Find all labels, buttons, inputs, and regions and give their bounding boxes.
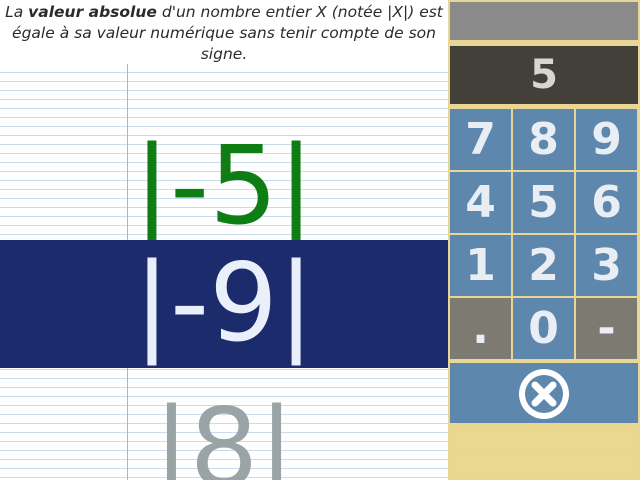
- footer-bar-2: [450, 452, 638, 478]
- key-4[interactable]: 4: [450, 172, 511, 233]
- current-expression: |-9|: [133, 241, 315, 366]
- next-expression: |8|: [153, 386, 295, 480]
- top-bar: [450, 2, 638, 40]
- definition-text: La valeur absolue d'un nombre entier X (…: [0, 0, 448, 64]
- key-minus[interactable]: -: [576, 298, 637, 359]
- key-3[interactable]: 3: [576, 235, 637, 296]
- definition-line-1: La valeur absolue d'un nombre entier X (…: [5, 3, 443, 21]
- keypad-panel: 5 7 8 9 4 5 6 1 2 3 . 0 -: [448, 0, 640, 480]
- definition-line-3: signe.: [200, 45, 248, 63]
- key-2[interactable]: 2: [513, 235, 574, 296]
- key-decimal-point[interactable]: .: [450, 298, 511, 359]
- key-9[interactable]: 9: [576, 109, 637, 170]
- exercise-panel: La valeur absolue d'un nombre entier X (…: [0, 0, 448, 480]
- key-1[interactable]: 1: [450, 235, 511, 296]
- definition-line-2: égale à sa valeur numérique sans tenir c…: [12, 24, 436, 42]
- key-0[interactable]: 0: [513, 298, 574, 359]
- close-circle-icon: [519, 369, 569, 419]
- key-6[interactable]: 6: [576, 172, 637, 233]
- key-7[interactable]: 7: [450, 109, 511, 170]
- footer-bar-1: [450, 426, 638, 450]
- answer-display: 5: [450, 46, 638, 104]
- previous-expression: |-5|: [133, 124, 315, 249]
- delete-button[interactable]: [450, 363, 638, 423]
- key-8[interactable]: 8: [513, 109, 574, 170]
- key-5[interactable]: 5: [513, 172, 574, 233]
